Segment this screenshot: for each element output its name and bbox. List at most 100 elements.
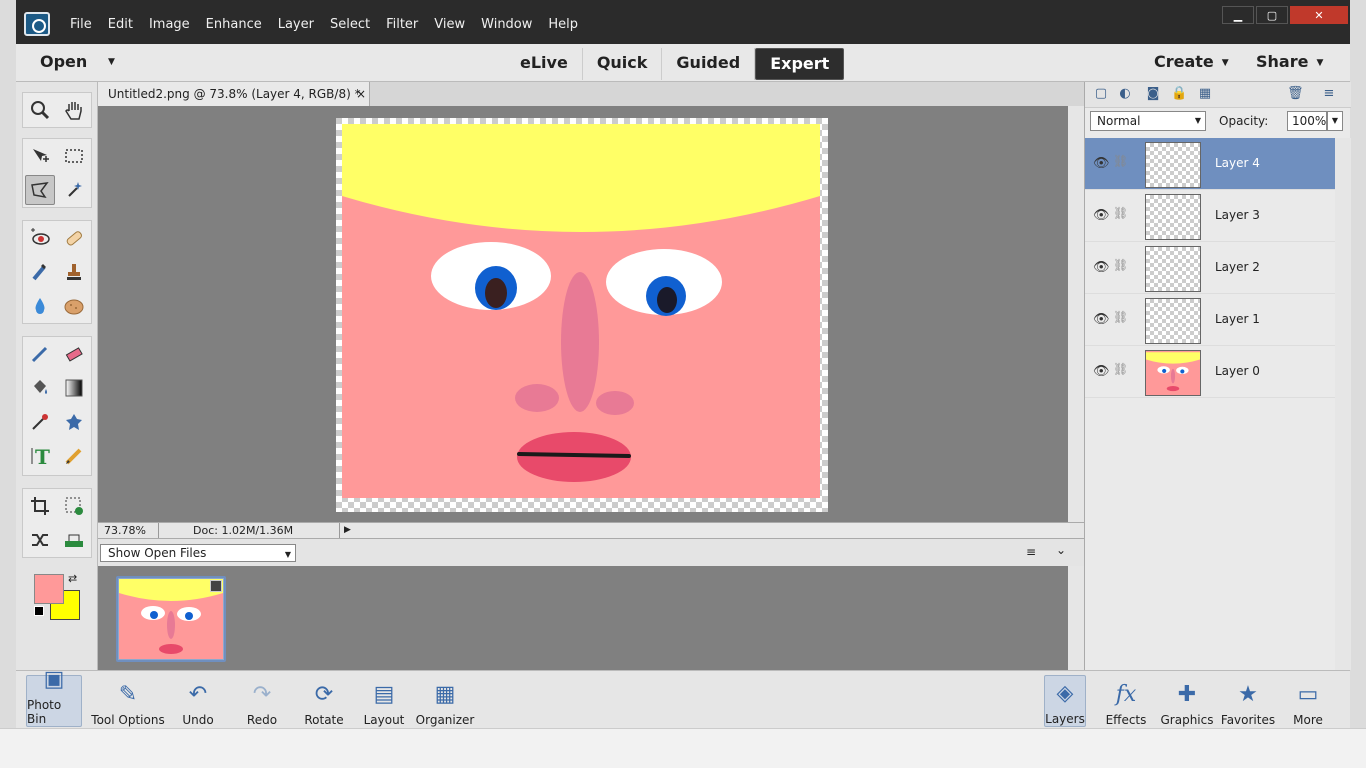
- visibility-eye-icon[interactable]: 👁: [1093, 260, 1110, 275]
- organizer-button[interactable]: ▦ Organizer: [416, 675, 475, 728]
- layer-row[interactable]: 👁 ⛓ Layer 1: [1085, 294, 1335, 346]
- recompose-tool-icon[interactable]: [59, 491, 89, 521]
- visibility-eye-icon[interactable]: 👁: [1093, 208, 1110, 223]
- eraser-tool-icon[interactable]: [59, 339, 89, 369]
- canvas-vertical-scrollbar[interactable]: [1068, 106, 1084, 522]
- rotate-button[interactable]: ⟳ Rotate: [300, 675, 348, 728]
- straighten-tool-icon[interactable]: [59, 525, 89, 555]
- default-colors-icon[interactable]: [34, 606, 44, 616]
- content-aware-move-icon[interactable]: [25, 525, 55, 555]
- graphics-button[interactable]: ✚ Graphics: [1161, 675, 1214, 728]
- tool-options-button[interactable]: ✎ Tool Options: [90, 675, 166, 728]
- clone-stamp-icon[interactable]: [59, 257, 89, 287]
- document-tab-close-icon[interactable]: ×: [356, 82, 366, 106]
- create-button[interactable]: Create ▼: [1154, 50, 1229, 75]
- canvas-horizontal-scrollbar[interactable]: [360, 523, 1070, 538]
- red-eye-tool-icon[interactable]: [25, 223, 55, 253]
- document-tab[interactable]: Untitled2.png @ 73.8% (Layer 4, RGB/8) *…: [98, 82, 370, 106]
- custom-shape-tool-icon[interactable]: [59, 407, 89, 437]
- photo-bin-button[interactable]: ▣ Photo Bin: [26, 667, 82, 727]
- tools-panel: T ⇄: [16, 82, 98, 670]
- healing-brush-icon[interactable]: [59, 223, 89, 253]
- mode-quick[interactable]: Quick: [583, 48, 663, 80]
- layers-vertical-scrollbar[interactable]: [1335, 138, 1351, 670]
- open-dropdown-icon[interactable]: ▼: [108, 57, 115, 67]
- open-file-thumbnail[interactable]: [116, 576, 226, 662]
- mode-expert[interactable]: Expert: [755, 48, 845, 80]
- brush-tool-icon[interactable]: [25, 339, 55, 369]
- layer-row[interactable]: 👁 ⛓ Layer 4: [1085, 138, 1335, 190]
- opacity-dropdown-icon[interactable]: ▼: [1327, 111, 1343, 131]
- smart-brush-icon[interactable]: [25, 257, 55, 287]
- eyedropper-tool-icon[interactable]: [25, 407, 55, 437]
- layer-row[interactable]: 👁 ⛓ Layer 3: [1085, 190, 1335, 242]
- open-button[interactable]: Open: [24, 50, 103, 74]
- lock-icon[interactable]: 🔒: [1171, 86, 1187, 102]
- mode-elive[interactable]: eLive: [506, 48, 583, 80]
- visibility-eye-icon[interactable]: 👁: [1093, 364, 1110, 379]
- adjustment-layer-icon[interactable]: ◐: [1117, 86, 1133, 102]
- gradient-tool-icon[interactable]: [59, 373, 89, 403]
- menu-window[interactable]: Window: [473, 16, 540, 34]
- visibility-eye-icon[interactable]: 👁: [1093, 312, 1110, 327]
- menu-image[interactable]: Image: [141, 16, 198, 34]
- layer-row[interactable]: 👁 ⛓ Layer 2: [1085, 242, 1335, 294]
- effects-button[interactable]: fx Effects: [1104, 675, 1148, 728]
- menu-help[interactable]: Help: [540, 16, 586, 34]
- menu-enhance[interactable]: Enhance: [198, 16, 270, 34]
- foreground-color-swatch[interactable]: [34, 574, 64, 604]
- menu-layer[interactable]: Layer: [270, 16, 322, 34]
- menu-select[interactable]: Select: [322, 16, 378, 34]
- favorites-button[interactable]: ★ Favorites: [1221, 675, 1275, 728]
- chevron-down-icon: ▼: [284, 550, 291, 559]
- pencil-tool-icon[interactable]: [59, 441, 89, 471]
- bin-vertical-scrollbar[interactable]: [1068, 566, 1084, 670]
- hand-tool-icon[interactable]: [59, 95, 89, 125]
- photo-bin-source-select[interactable]: Show Open Files ▼: [100, 544, 296, 562]
- marquee-tool-icon[interactable]: [59, 141, 89, 171]
- swap-colors-icon[interactable]: ⇄: [68, 572, 77, 585]
- close-button[interactable]: ✕: [1290, 6, 1348, 24]
- more-button[interactable]: ▭ More: [1288, 675, 1328, 728]
- menu-filter[interactable]: Filter: [378, 16, 426, 34]
- redo-button[interactable]: ↷ Redo: [242, 675, 282, 728]
- blur-tool-icon[interactable]: [25, 291, 55, 321]
- mode-guided[interactable]: Guided: [662, 48, 756, 80]
- layers-button[interactable]: ◈ Layers: [1044, 675, 1086, 727]
- layer-mask-icon[interactable]: ◙: [1145, 86, 1161, 102]
- layout-button[interactable]: ▤ Layout: [362, 675, 406, 728]
- layer-row[interactable]: 👁 ⛓ Layer 0: [1085, 346, 1335, 398]
- link-icon[interactable]: ⛓: [1113, 206, 1128, 220]
- minimize-button[interactable]: ▁: [1222, 6, 1254, 24]
- undo-button[interactable]: ↶ Undo: [178, 675, 218, 728]
- collapse-chevron-icon[interactable]: ⌄: [1056, 543, 1066, 557]
- menu-edit[interactable]: Edit: [100, 16, 141, 34]
- link-icon[interactable]: ⛓: [1113, 154, 1128, 168]
- sponge-tool-icon[interactable]: [59, 291, 89, 321]
- restore-button[interactable]: ▢: [1256, 6, 1288, 24]
- paint-bucket-icon[interactable]: [25, 373, 55, 403]
- lock-transparency-icon[interactable]: ▦: [1197, 86, 1213, 102]
- share-button[interactable]: Share ▼: [1256, 50, 1323, 75]
- magic-wand-tool-icon[interactable]: [59, 175, 89, 205]
- type-tool-icon[interactable]: T: [25, 441, 55, 471]
- link-icon[interactable]: ⛓: [1113, 310, 1128, 324]
- link-icon[interactable]: ⛓: [1113, 258, 1128, 272]
- bin-menu-icon[interactable]: ≡: [1026, 545, 1036, 559]
- link-icon[interactable]: ⛓: [1113, 362, 1128, 376]
- image-canvas[interactable]: [336, 118, 828, 512]
- trash-icon[interactable]: 🗑: [1287, 86, 1304, 102]
- blend-mode-select[interactable]: Normal ▼: [1090, 111, 1206, 131]
- opacity-input[interactable]: 100%: [1287, 111, 1327, 131]
- visibility-eye-icon[interactable]: 👁: [1093, 156, 1110, 171]
- menu-view[interactable]: View: [426, 16, 473, 34]
- status-menu-icon[interactable]: ▶: [344, 523, 351, 538]
- new-layer-icon[interactable]: ▢: [1093, 86, 1109, 102]
- menu-file[interactable]: File: [62, 16, 100, 34]
- lasso-tool-icon[interactable]: [25, 175, 55, 205]
- crop-tool-icon[interactable]: [25, 491, 55, 521]
- zoom-tool-icon[interactable]: [25, 95, 55, 125]
- layer-thumbnail: [1145, 246, 1201, 292]
- panel-menu-icon[interactable]: ≡: [1321, 86, 1337, 102]
- move-tool-icon[interactable]: [25, 141, 55, 171]
